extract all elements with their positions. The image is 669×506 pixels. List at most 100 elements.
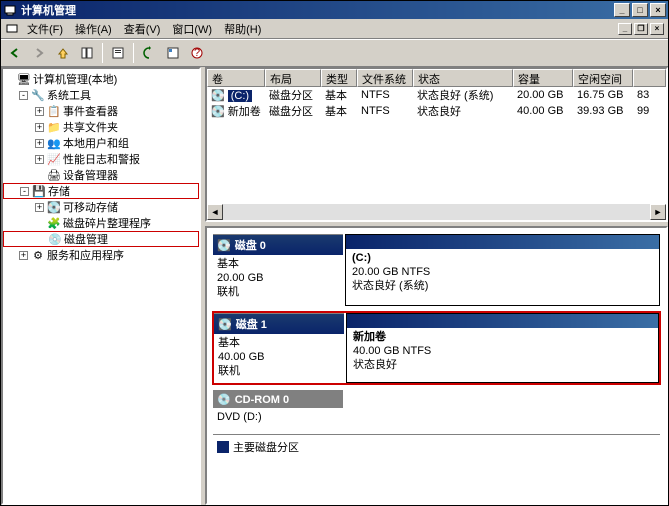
disk-row[interactable]: 💿CD-ROM 0DVD (D:): [213, 390, 660, 428]
help-button[interactable]: ?: [186, 42, 208, 64]
properties-button[interactable]: [107, 42, 129, 64]
partition-title: (C:): [352, 252, 371, 264]
settings-button[interactable]: [162, 42, 184, 64]
partition[interactable]: 新加卷 40.00 GB NTFS 状态良好: [346, 313, 659, 383]
disk-info: 💽磁盘 0基本20.00 GB联机: [213, 234, 343, 306]
list-header: 卷 布局 类型 文件系统 状态 容量 空闲空间: [207, 69, 666, 87]
volume-row[interactable]: 💽 新加卷磁盘分区基本NTFS状态良好40.00 GB39.93 GB99: [207, 103, 666, 119]
disk-size: 40.00 GB: [218, 350, 340, 364]
legend-swatch-primary: [217, 441, 229, 453]
up-button[interactable]: [52, 42, 74, 64]
disk-name: CD-ROM 0: [235, 394, 289, 406]
mdi-minimize-button[interactable]: _: [618, 23, 632, 35]
expand-icon[interactable]: +: [35, 203, 44, 212]
tree-storage[interactable]: -💾存储: [3, 183, 199, 199]
chart-icon: 📈: [47, 152, 61, 166]
volume-list: 卷 布局 类型 文件系统 状态 容量 空闲空间 💽 (C:)磁盘分区基本NTFS…: [205, 67, 668, 222]
collapse-icon[interactable]: -: [20, 187, 29, 196]
window-title: 计算机管理: [21, 2, 612, 18]
users-icon: 👥: [47, 136, 61, 150]
cell-capacity: 20.00 GB: [513, 89, 573, 101]
toolbar: ?: [1, 39, 668, 67]
tree-diskmgmt[interactable]: 💿磁盘管理: [3, 231, 199, 247]
col-fs[interactable]: 文件系统: [357, 69, 413, 87]
col-layout[interactable]: 布局: [265, 69, 321, 87]
partition[interactable]: (C:)20.00 GB NTFS状态良好 (系统): [345, 234, 660, 306]
partition-title: 新加卷: [353, 331, 386, 343]
tree-root[interactable]: 🖥计算机管理(本地): [3, 71, 199, 87]
expand-icon[interactable]: +: [35, 139, 44, 148]
scroll-left-button[interactable]: ◄: [207, 204, 223, 220]
tree-sharedfolders[interactable]: +📁共享文件夹: [3, 119, 199, 135]
menubar: 文件(F) 操作(A) 查看(V) 窗口(W) 帮助(H) _ ❐ ×: [1, 19, 668, 39]
forward-button[interactable]: [28, 42, 50, 64]
tree-systools[interactable]: -🔧系统工具: [3, 87, 199, 103]
tree-panel[interactable]: 🖥计算机管理(本地) -🔧系统工具 +📋事件查看器 +📁共享文件夹 +👥本地用户…: [1, 67, 201, 505]
tools-icon: 🔧: [31, 88, 45, 102]
legend: 主要磁盘分区: [213, 434, 660, 459]
refresh-button[interactable]: [138, 42, 160, 64]
disk-name: 磁盘 1: [236, 316, 267, 332]
cell-capacity: 40.00 GB: [513, 105, 573, 117]
tree-devmgr[interactable]: 🖨设备管理器: [3, 167, 199, 183]
expand-icon[interactable]: +: [35, 155, 44, 164]
cell-fs: NTFS: [357, 105, 413, 117]
disk-icon: 💽: [217, 239, 231, 252]
col-volume[interactable]: 卷: [207, 69, 265, 87]
col-free[interactable]: 空闲空间: [573, 69, 633, 87]
partition-size: 20.00 GB NTFS: [352, 266, 430, 278]
removable-icon: 💽: [47, 200, 61, 214]
disk-kind: 基本: [217, 257, 339, 271]
menu-file[interactable]: 文件(F): [21, 19, 69, 39]
scroll-track[interactable]: [223, 204, 650, 220]
svg-text:?: ?: [194, 47, 200, 59]
storage-icon: 💾: [32, 184, 46, 198]
col-pct[interactable]: [633, 69, 666, 87]
tree-defrag[interactable]: 🧩磁盘碎片整理程序: [3, 215, 199, 231]
expand-icon[interactable]: +: [19, 251, 28, 260]
menu-view[interactable]: 查看(V): [118, 19, 167, 39]
expand-icon[interactable]: +: [35, 107, 44, 116]
col-capacity[interactable]: 容量: [513, 69, 573, 87]
tree-removable[interactable]: +💽可移动存储: [3, 199, 199, 215]
col-type[interactable]: 类型: [321, 69, 357, 87]
close-button[interactable]: ×: [650, 3, 666, 17]
tree-services[interactable]: +⚙服务和应用程序: [3, 247, 199, 263]
menu-window[interactable]: 窗口(W): [166, 19, 218, 39]
collapse-icon[interactable]: -: [19, 91, 28, 100]
cell-status: 状态良好: [413, 103, 513, 119]
mdi-restore-button[interactable]: ❐: [634, 23, 648, 35]
menu-help[interactable]: 帮助(H): [218, 19, 267, 39]
partition-size: 40.00 GB NTFS: [353, 345, 431, 357]
app-icon: [3, 3, 17, 17]
cell-free: 16.75 GB: [573, 89, 633, 101]
expand-icon[interactable]: +: [35, 123, 44, 132]
cell-layout: 磁盘分区: [265, 103, 321, 119]
volume-name: 新加卷: [228, 106, 261, 118]
cell-fs: NTFS: [357, 89, 413, 101]
services-icon: ⚙: [31, 248, 45, 262]
volume-row[interactable]: 💽 (C:)磁盘分区基本NTFS状态良好 (系统)20.00 GB16.75 G…: [207, 87, 666, 103]
partition-status: 状态良好: [353, 359, 397, 371]
disk-size: 20.00 GB: [217, 271, 339, 285]
event-icon: 📋: [47, 104, 61, 118]
cell-pct: 99: [633, 105, 666, 117]
minimize-button[interactable]: _: [614, 3, 630, 17]
hscrollbar[interactable]: ◄ ►: [207, 204, 666, 220]
disk-info: 💿CD-ROM 0DVD (D:): [213, 390, 343, 428]
col-status[interactable]: 状态: [413, 69, 513, 87]
disk-row[interactable]: 💽磁盘 1基本40.00 GB联机新加卷40.00 GB NTFS状态良好: [213, 312, 660, 384]
tree-localusers[interactable]: +👥本地用户和组: [3, 135, 199, 151]
mdi-close-button[interactable]: ×: [650, 23, 664, 35]
disk-icon: 💽: [218, 318, 232, 331]
show-hide-button[interactable]: [76, 42, 98, 64]
disk-info: 💽磁盘 1基本40.00 GB联机: [214, 313, 344, 383]
menu-action[interactable]: 操作(A): [69, 19, 118, 39]
disk-row[interactable]: 💽磁盘 0基本20.00 GB联机(C:)20.00 GB NTFS状态良好 (…: [213, 234, 660, 306]
tree-eventviewer[interactable]: +📋事件查看器: [3, 103, 199, 119]
tree-perflogs[interactable]: +📈性能日志和警报: [3, 151, 199, 167]
maximize-button[interactable]: □: [632, 3, 648, 17]
back-button[interactable]: [4, 42, 26, 64]
scroll-right-button[interactable]: ►: [650, 204, 666, 220]
disk-graphical-view: 💽磁盘 0基本20.00 GB联机(C:)20.00 GB NTFS状态良好 (…: [205, 226, 668, 505]
